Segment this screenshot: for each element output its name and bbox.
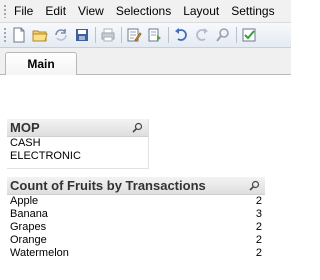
fruit-count: 3 bbox=[255, 208, 262, 220]
fruit-label: Grapes bbox=[10, 221, 47, 233]
table-row[interactable]: Banana 3 bbox=[7, 208, 265, 221]
reload-data-button[interactable] bbox=[146, 26, 164, 44]
fruit-count: 2 bbox=[255, 234, 262, 246]
menu-edit[interactable]: Edit bbox=[40, 4, 71, 18]
new-document-icon bbox=[13, 27, 25, 43]
fruit-label: Apple bbox=[10, 195, 39, 207]
edit-script-button[interactable] bbox=[125, 26, 143, 44]
toolbar-separator bbox=[95, 27, 96, 43]
menu-file[interactable]: File bbox=[9, 4, 38, 18]
count-fruits-rows: Apple 2 Banana 3 Grapes 2 Orange 2 Watermelo… bbox=[7, 195, 265, 260]
mop-listbox-items: CASH ELECTRONIC bbox=[7, 137, 148, 163]
toolbar bbox=[0, 23, 291, 48]
save-button[interactable] bbox=[73, 26, 91, 44]
new-document-button[interactable] bbox=[10, 26, 28, 44]
table-row[interactable]: Grapes 2 bbox=[7, 221, 265, 234]
undo-button[interactable] bbox=[172, 26, 190, 44]
menu-layout[interactable]: Layout bbox=[178, 4, 224, 18]
fruit-label: Orange bbox=[10, 234, 47, 246]
search-icon bbox=[216, 28, 229, 42]
open-folder-icon bbox=[32, 30, 48, 42]
tab-main[interactable]: Main bbox=[5, 52, 77, 75]
reload-data-icon bbox=[148, 28, 161, 42]
menu-view[interactable]: View bbox=[73, 4, 109, 18]
menu-settings[interactable]: Settings bbox=[226, 4, 279, 18]
table-row[interactable]: Orange 2 bbox=[7, 234, 265, 247]
fruit-label: Banana bbox=[10, 208, 48, 220]
check-button[interactable] bbox=[240, 26, 258, 44]
redo-button[interactable] bbox=[193, 26, 211, 44]
menu-bar: File Edit View Selections Layout Setting… bbox=[0, 0, 291, 23]
print-button[interactable] bbox=[99, 26, 117, 44]
list-item[interactable]: CASH bbox=[7, 137, 148, 150]
menu-selections[interactable]: Selections bbox=[111, 4, 176, 18]
menu-grip[interactable] bbox=[3, 4, 7, 18]
count-fruits-title: Count of Fruits by Transactions bbox=[10, 178, 206, 193]
fruit-count: 2 bbox=[255, 195, 262, 207]
toolbar-separator bbox=[121, 27, 122, 43]
undo-icon bbox=[175, 28, 187, 41]
check-icon bbox=[242, 28, 256, 42]
toolbar-grip[interactable] bbox=[3, 27, 7, 43]
mop-listbox-title: MOP bbox=[10, 120, 40, 135]
toolbar-separator bbox=[168, 27, 169, 43]
search-icon[interactable] bbox=[249, 180, 260, 191]
redo-icon bbox=[196, 28, 208, 41]
search-button[interactable] bbox=[214, 26, 232, 44]
sheet-canvas: MOP CASH ELECTRONIC Count of Fruits by T… bbox=[0, 75, 291, 280]
count-fruits-caption[interactable]: Count of Fruits by Transactions bbox=[7, 177, 265, 195]
refresh-button[interactable] bbox=[52, 26, 70, 44]
count-fruits-table[interactable]: Count of Fruits by Transactions Apple 2 B… bbox=[7, 177, 265, 273]
mop-listbox-caption[interactable]: MOP bbox=[7, 119, 148, 137]
fruit-label: Watermelon bbox=[10, 247, 69, 259]
list-item[interactable]: ELECTRONIC bbox=[7, 150, 148, 163]
edit-script-icon bbox=[127, 28, 142, 42]
sheet-tab-bar: Main bbox=[0, 48, 291, 75]
open-button[interactable] bbox=[31, 26, 49, 44]
reload-icon bbox=[55, 29, 67, 41]
search-icon[interactable] bbox=[132, 122, 143, 133]
toolbar-separator bbox=[236, 27, 237, 43]
table-row[interactable]: Apple 2 bbox=[7, 195, 265, 208]
print-icon bbox=[101, 28, 115, 42]
save-icon bbox=[76, 29, 88, 41]
fruit-count: 2 bbox=[255, 221, 262, 233]
mop-listbox[interactable]: MOP CASH ELECTRONIC bbox=[7, 119, 149, 169]
fruit-count: 2 bbox=[255, 247, 262, 259]
table-row[interactable]: Watermelon 2 bbox=[7, 247, 265, 260]
